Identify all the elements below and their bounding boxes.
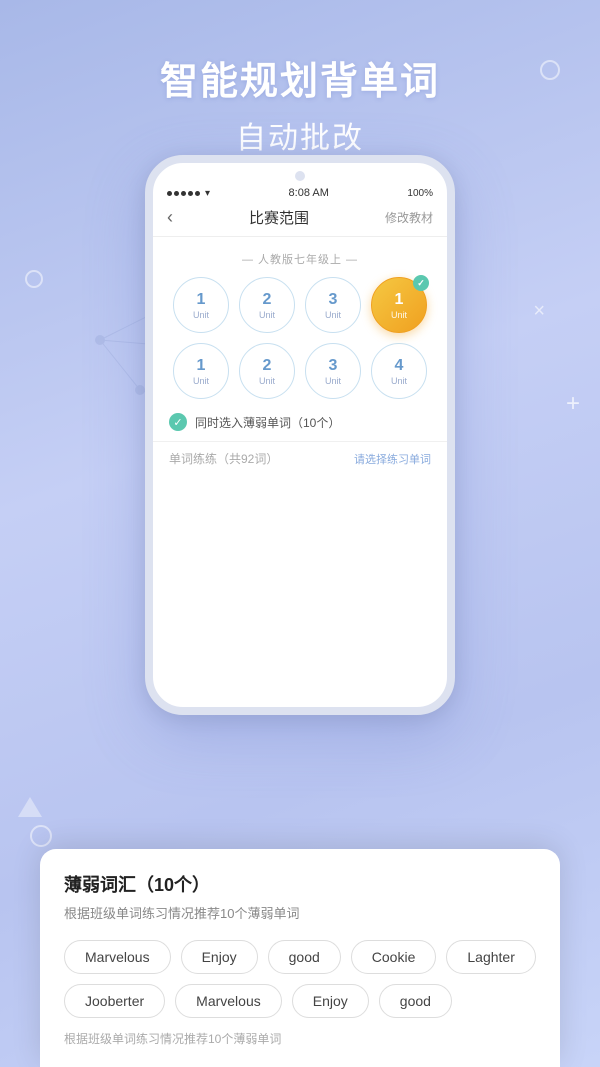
unit-label-row2-0: Unit [193, 376, 209, 386]
edit-textbook-button[interactable]: 修改教材 [385, 209, 433, 226]
section-label: — 人教版七年级上 — [153, 251, 447, 267]
unit-label-row1-2: Unit [325, 310, 341, 320]
unit-grid-row2: 1Unit2Unit3Unit4Unit [153, 343, 447, 399]
word-count-action[interactable]: 请选择练习单词 [354, 451, 431, 467]
unit-label-row2-1: Unit [259, 376, 275, 386]
deco-cross: × [533, 300, 545, 323]
bottom-sheet: 薄弱词汇（10个） 根据班级单词练习情况推荐10个薄弱单词 Marvelous E… [40, 849, 560, 1067]
deco-circle-2 [25, 270, 43, 288]
deco-triangle [18, 797, 42, 817]
word-tag-5[interactable]: Jooberter [64, 984, 165, 1018]
phone-notch [295, 171, 305, 181]
word-count-row: 单词练练（共92词） 请选择练习单词 [153, 441, 447, 475]
word-count-text: 单词练练（共92词） [169, 450, 278, 467]
status-time: 8:08 AM [289, 187, 329, 199]
word-tag-0[interactable]: Marvelous [64, 940, 171, 974]
weak-words-checkbox-row[interactable]: ✓ 同时选入薄弱单词（10个） [153, 405, 447, 439]
word-tag-6[interactable]: Marvelous [175, 984, 282, 1018]
nav-bar: ‹ 比赛范围 修改教材 [153, 201, 447, 237]
battery-indicator: 100% [407, 188, 433, 199]
word-tag-8[interactable]: good [379, 984, 452, 1018]
unit-item-row2-3[interactable]: 4Unit [371, 343, 427, 399]
sheet-footer: 根据班级单词练习情况推荐10个薄弱单词 [64, 1030, 536, 1047]
word-tag-2[interactable]: good [268, 940, 341, 974]
word-tags-container: Marvelous Enjoy good Cookie Laghter Jooberter… [64, 940, 536, 1018]
unit-item-row2-1[interactable]: 2Unit [239, 343, 295, 399]
unit-item-row1-3[interactable]: 1Unit✓ [371, 277, 427, 333]
title-area: 智能规划背单词 自动批改 [0, 0, 600, 177]
back-button[interactable]: ‹ [167, 207, 173, 228]
sheet-subtitle: 根据班级单词练习情况推荐10个薄弱单词 [64, 903, 536, 922]
word-tag-4[interactable]: Laghter [446, 940, 535, 974]
unit-item-row2-0[interactable]: 1Unit [173, 343, 229, 399]
unit-item-row2-2[interactable]: 3Unit [305, 343, 361, 399]
unit-label-row2-2: Unit [325, 376, 341, 386]
selected-check-badge: ✓ [413, 275, 429, 291]
signal-indicator: ▾ [167, 188, 210, 199]
phone-content: — 人教版七年级上 — 1Unit2Unit3Unit 1Unit ✓ 1Unit2… [153, 237, 447, 483]
deco-plus: + [566, 390, 580, 418]
wifi-icon: ▾ [205, 188, 210, 199]
unit-label-row1-1: Unit [259, 310, 275, 320]
status-bar: ▾ 8:08 AM 100% [153, 181, 447, 201]
unit-grid-row1: 1Unit2Unit3Unit1Unit✓ [153, 277, 447, 333]
checkbox-label: 同时选入薄弱单词（10个） [195, 414, 340, 431]
sub-title: 自动批改 [0, 113, 600, 157]
unit-item-row1-0[interactable]: 1Unit [173, 277, 229, 333]
deco-circle-3 [30, 825, 52, 847]
word-tag-1[interactable]: Enjoy [181, 940, 258, 974]
nav-title: 比赛范围 [249, 207, 309, 228]
checkbox-icon: ✓ [169, 413, 187, 431]
unit-label-row1-0: Unit [193, 310, 209, 320]
unit-item-row1-2[interactable]: 3Unit [305, 277, 361, 333]
phone-mockup: ▾ 8:08 AM 100% ‹ 比赛范围 修改教材 — 人教版七年级上 — 1… [145, 155, 455, 715]
unit-item-row1-1[interactable]: 2Unit [239, 277, 295, 333]
word-tag-3[interactable]: Cookie [351, 940, 437, 974]
sheet-title: 薄弱词汇（10个） [64, 871, 536, 897]
phone-frame: ▾ 8:08 AM 100% ‹ 比赛范围 修改教材 — 人教版七年级上 — 1… [145, 155, 455, 715]
main-title: 智能规划背单词 [0, 50, 600, 105]
unit-label-row2-3: Unit [391, 376, 407, 386]
word-tag-7[interactable]: Enjoy [292, 984, 369, 1018]
unit-label-row1-3: Unit [391, 310, 407, 320]
